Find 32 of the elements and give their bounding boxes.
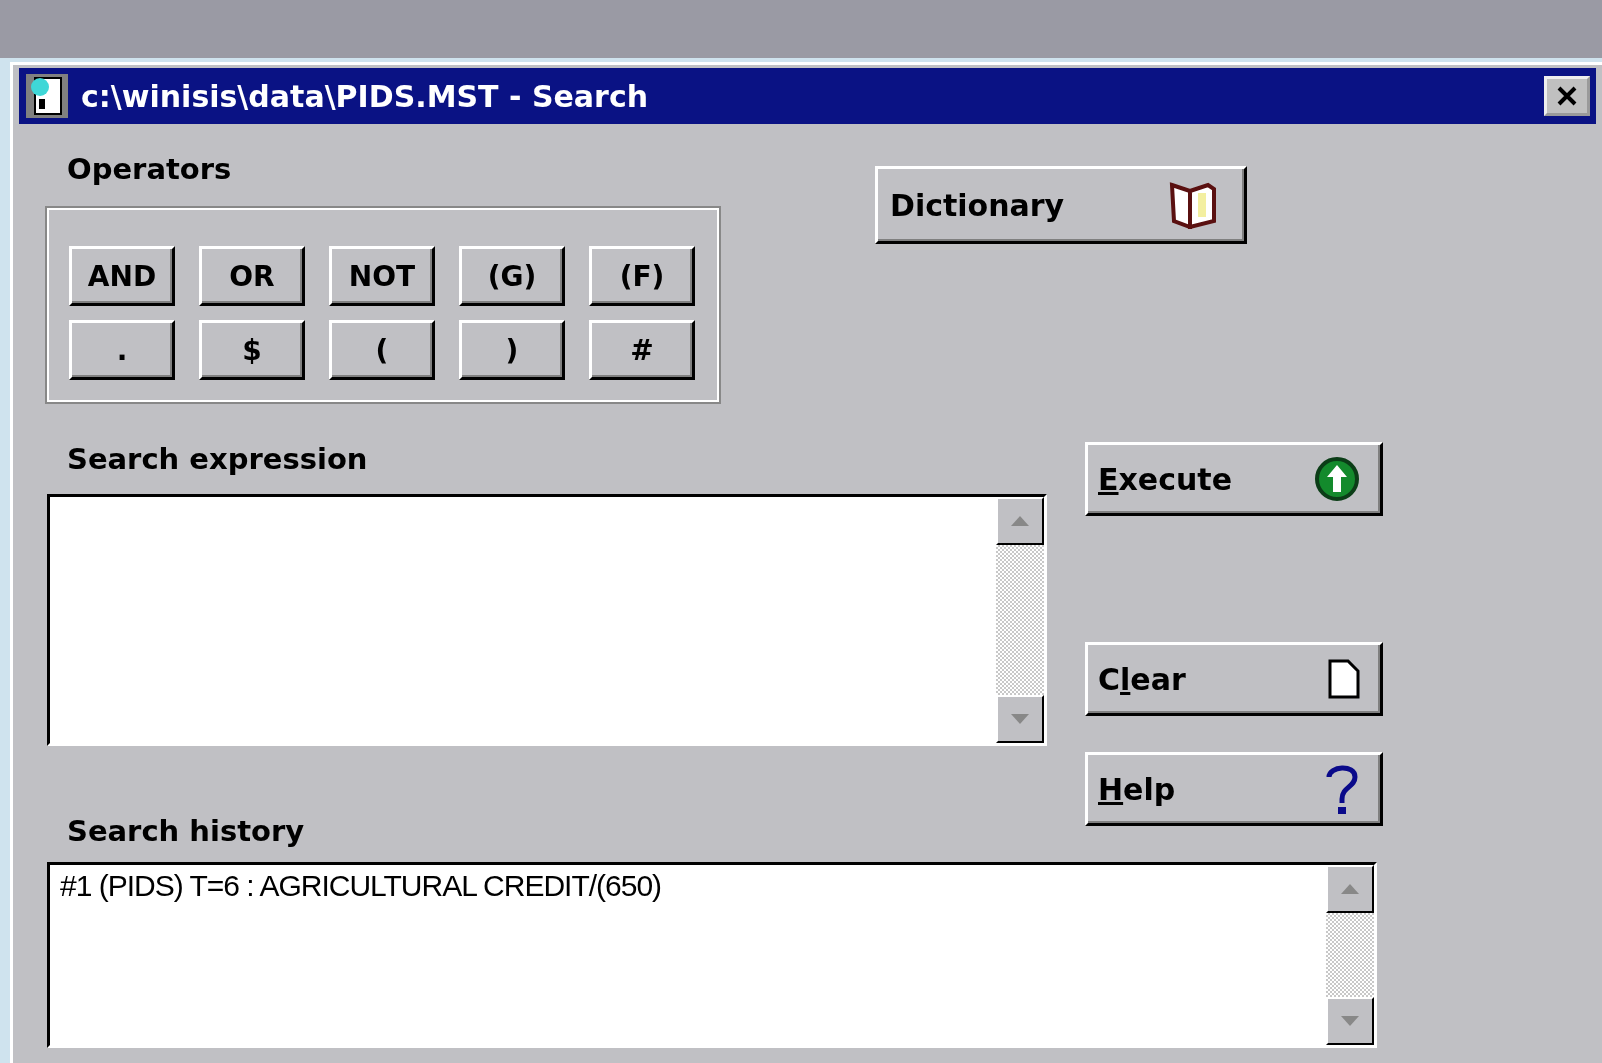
scroll-up-icon bbox=[1010, 515, 1030, 527]
operator-button[interactable]: ( bbox=[329, 320, 435, 380]
operator-button[interactable]: AND bbox=[69, 246, 175, 306]
operator-button[interactable]: $ bbox=[199, 320, 305, 380]
operator-button[interactable]: NOT bbox=[329, 246, 435, 306]
operator-button[interactable]: OR bbox=[199, 246, 305, 306]
scrollbar[interactable] bbox=[996, 497, 1044, 743]
close-button[interactable] bbox=[1544, 76, 1590, 116]
scrollbar[interactable] bbox=[1326, 865, 1374, 1045]
page-icon bbox=[1328, 659, 1360, 699]
scroll-down-icon bbox=[1340, 1015, 1360, 1027]
search-expression-label: Search expression bbox=[67, 442, 369, 476]
scroll-down-icon bbox=[1010, 713, 1030, 725]
operator-button[interactable]: . bbox=[69, 320, 175, 380]
scroll-up-icon bbox=[1340, 883, 1360, 895]
operator-button[interactable]: (F) bbox=[589, 246, 695, 306]
dictionary-button[interactable]: Dictionary bbox=[875, 166, 1247, 244]
book-icon bbox=[1168, 181, 1218, 229]
search-expression-field[interactable] bbox=[47, 494, 1047, 746]
window-title: c:\winisis\data\PIDS.MST - Search bbox=[81, 78, 650, 114]
app-icon bbox=[25, 73, 69, 119]
operator-button[interactable]: (G) bbox=[459, 246, 565, 306]
operators-label: Operators bbox=[67, 152, 233, 186]
help-button[interactable]: Help bbox=[1085, 752, 1383, 826]
search-history-label: Search history bbox=[67, 814, 306, 848]
history-entry[interactable]: #1 (PIDS) T=6 : AGRICULTURAL CREDIT/(650) bbox=[60, 869, 662, 903]
operator-button[interactable]: # bbox=[589, 320, 695, 380]
clear-button[interactable]: Clear bbox=[1085, 642, 1383, 716]
operator-button[interactable]: ) bbox=[459, 320, 565, 380]
help-icon bbox=[1324, 763, 1360, 815]
close-icon bbox=[1556, 85, 1578, 107]
execute-button[interactable]: Execute bbox=[1085, 442, 1383, 516]
